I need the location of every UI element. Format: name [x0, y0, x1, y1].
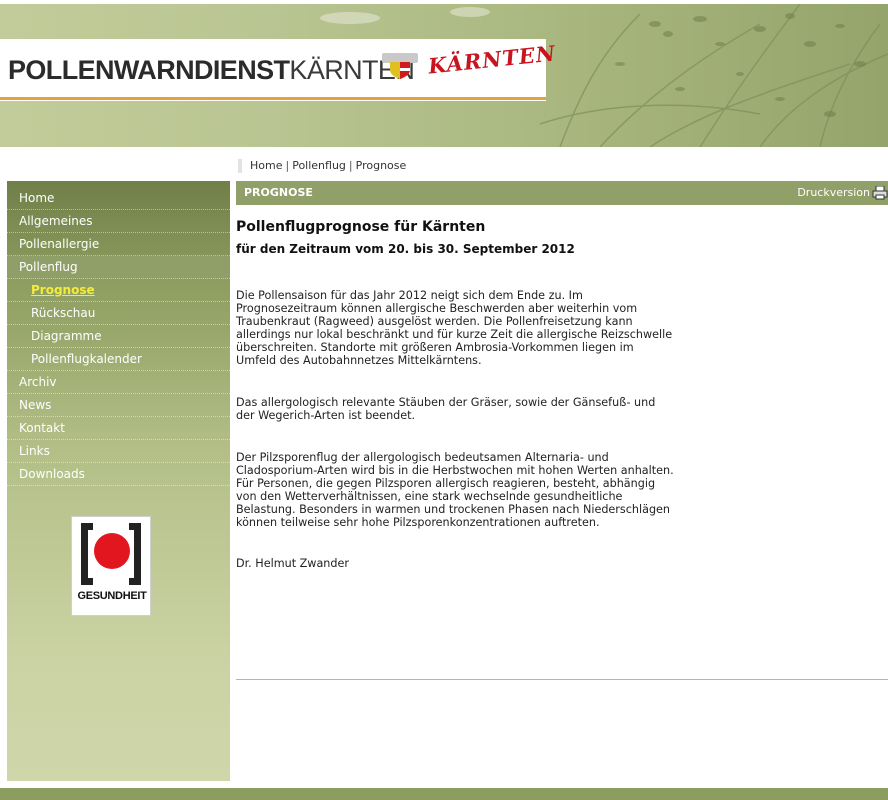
sidebar-subitem-prognose[interactable]: Prognose: [7, 279, 230, 302]
sidebar-nav: Home Allgemeines Pollenallergie Pollenfl…: [7, 181, 230, 486]
breadcrumb-separator: |: [285, 159, 290, 172]
logo-wordmark: POLLENWARNDIENSTKÄRNTEN: [8, 55, 415, 85]
printer-icon[interactable]: [872, 186, 888, 200]
content-paragraph: Die Pollensaison für das Jahr 2012 neigt…: [236, 289, 673, 367]
sidebar-item-allgemeines[interactable]: Allgemeines: [7, 210, 230, 233]
breadcrumb-pollenflug[interactable]: Pollenflug: [292, 159, 346, 172]
sidebar-item-links[interactable]: Links: [7, 440, 230, 463]
logo-wordmark-bold: POLLENWARNDIENST: [8, 55, 290, 85]
site-logo[interactable]: POLLENWARNDIENSTKÄRNTEN KÄRNTEN: [0, 39, 557, 101]
author-signature: Dr. Helmut Zwander: [236, 557, 349, 570]
sidebar-item-news[interactable]: News: [7, 394, 230, 417]
breadcrumb-prognose[interactable]: Prognose: [356, 159, 407, 172]
sidebar-item-archiv[interactable]: Archiv: [7, 371, 230, 394]
sidebar-subitem-pollenflugkalender[interactable]: Pollenflugkalender: [7, 348, 230, 371]
sidebar-item-home[interactable]: Home: [7, 187, 230, 210]
breadcrumb: Home | Pollenflug | Prognose: [238, 159, 406, 173]
sidebar-item-pollenflug[interactable]: Pollenflug: [7, 256, 230, 279]
content-paragraph: Das allergologisch relevante Stäuben der…: [236, 396, 656, 422]
section-title: PROGNOSE: [244, 186, 313, 199]
gesundheit-label: GESUNDHEIT: [77, 590, 147, 602]
sidebar-subitem-diagramme[interactable]: Diagramme: [7, 325, 230, 348]
breadcrumb-home[interactable]: Home: [250, 159, 282, 172]
sidebar: Home Allgemeines Pollenallergie Pollenfl…: [7, 181, 230, 781]
carinthia-crest-icon: [382, 53, 418, 79]
print-version-link[interactable]: Druckversion: [797, 181, 870, 205]
breadcrumb-separator: |: [348, 159, 353, 172]
sidebar-item-kontakt[interactable]: Kontakt: [7, 417, 230, 440]
page-subtitle: für den Zeitraum vom 20. bis 30. Septemb…: [236, 242, 575, 256]
bracket-left-icon: [81, 523, 93, 585]
content-paragraph: Der Pilzsporenflug der allergologisch be…: [236, 451, 674, 529]
bracket-right-icon: [129, 523, 141, 585]
content-header-bar: PROGNOSE Druckversion: [236, 181, 888, 205]
sidebar-item-pollenallergie[interactable]: Pollenallergie: [7, 233, 230, 256]
page-title: Pollenflugprognose für Kärnten: [236, 219, 486, 235]
main-content: Pollenflugprognose für Kärnten für den Z…: [236, 218, 676, 570]
site-header: POLLENWARNDIENSTKÄRNTEN KÄRNTEN: [0, 4, 888, 147]
red-dot-icon: [94, 533, 130, 569]
content-divider: [236, 679, 888, 680]
sidebar-subitem-rueckschau[interactable]: Rückschau: [7, 302, 230, 325]
sidebar-item-downloads[interactable]: Downloads: [7, 463, 230, 486]
page-footer-bar: [0, 788, 888, 800]
gesundheit-logo[interactable]: GESUNDHEIT: [71, 516, 151, 616]
logo-underline: [0, 97, 546, 100]
kaernten-brand-logo: KÄRNTEN: [427, 40, 558, 79]
